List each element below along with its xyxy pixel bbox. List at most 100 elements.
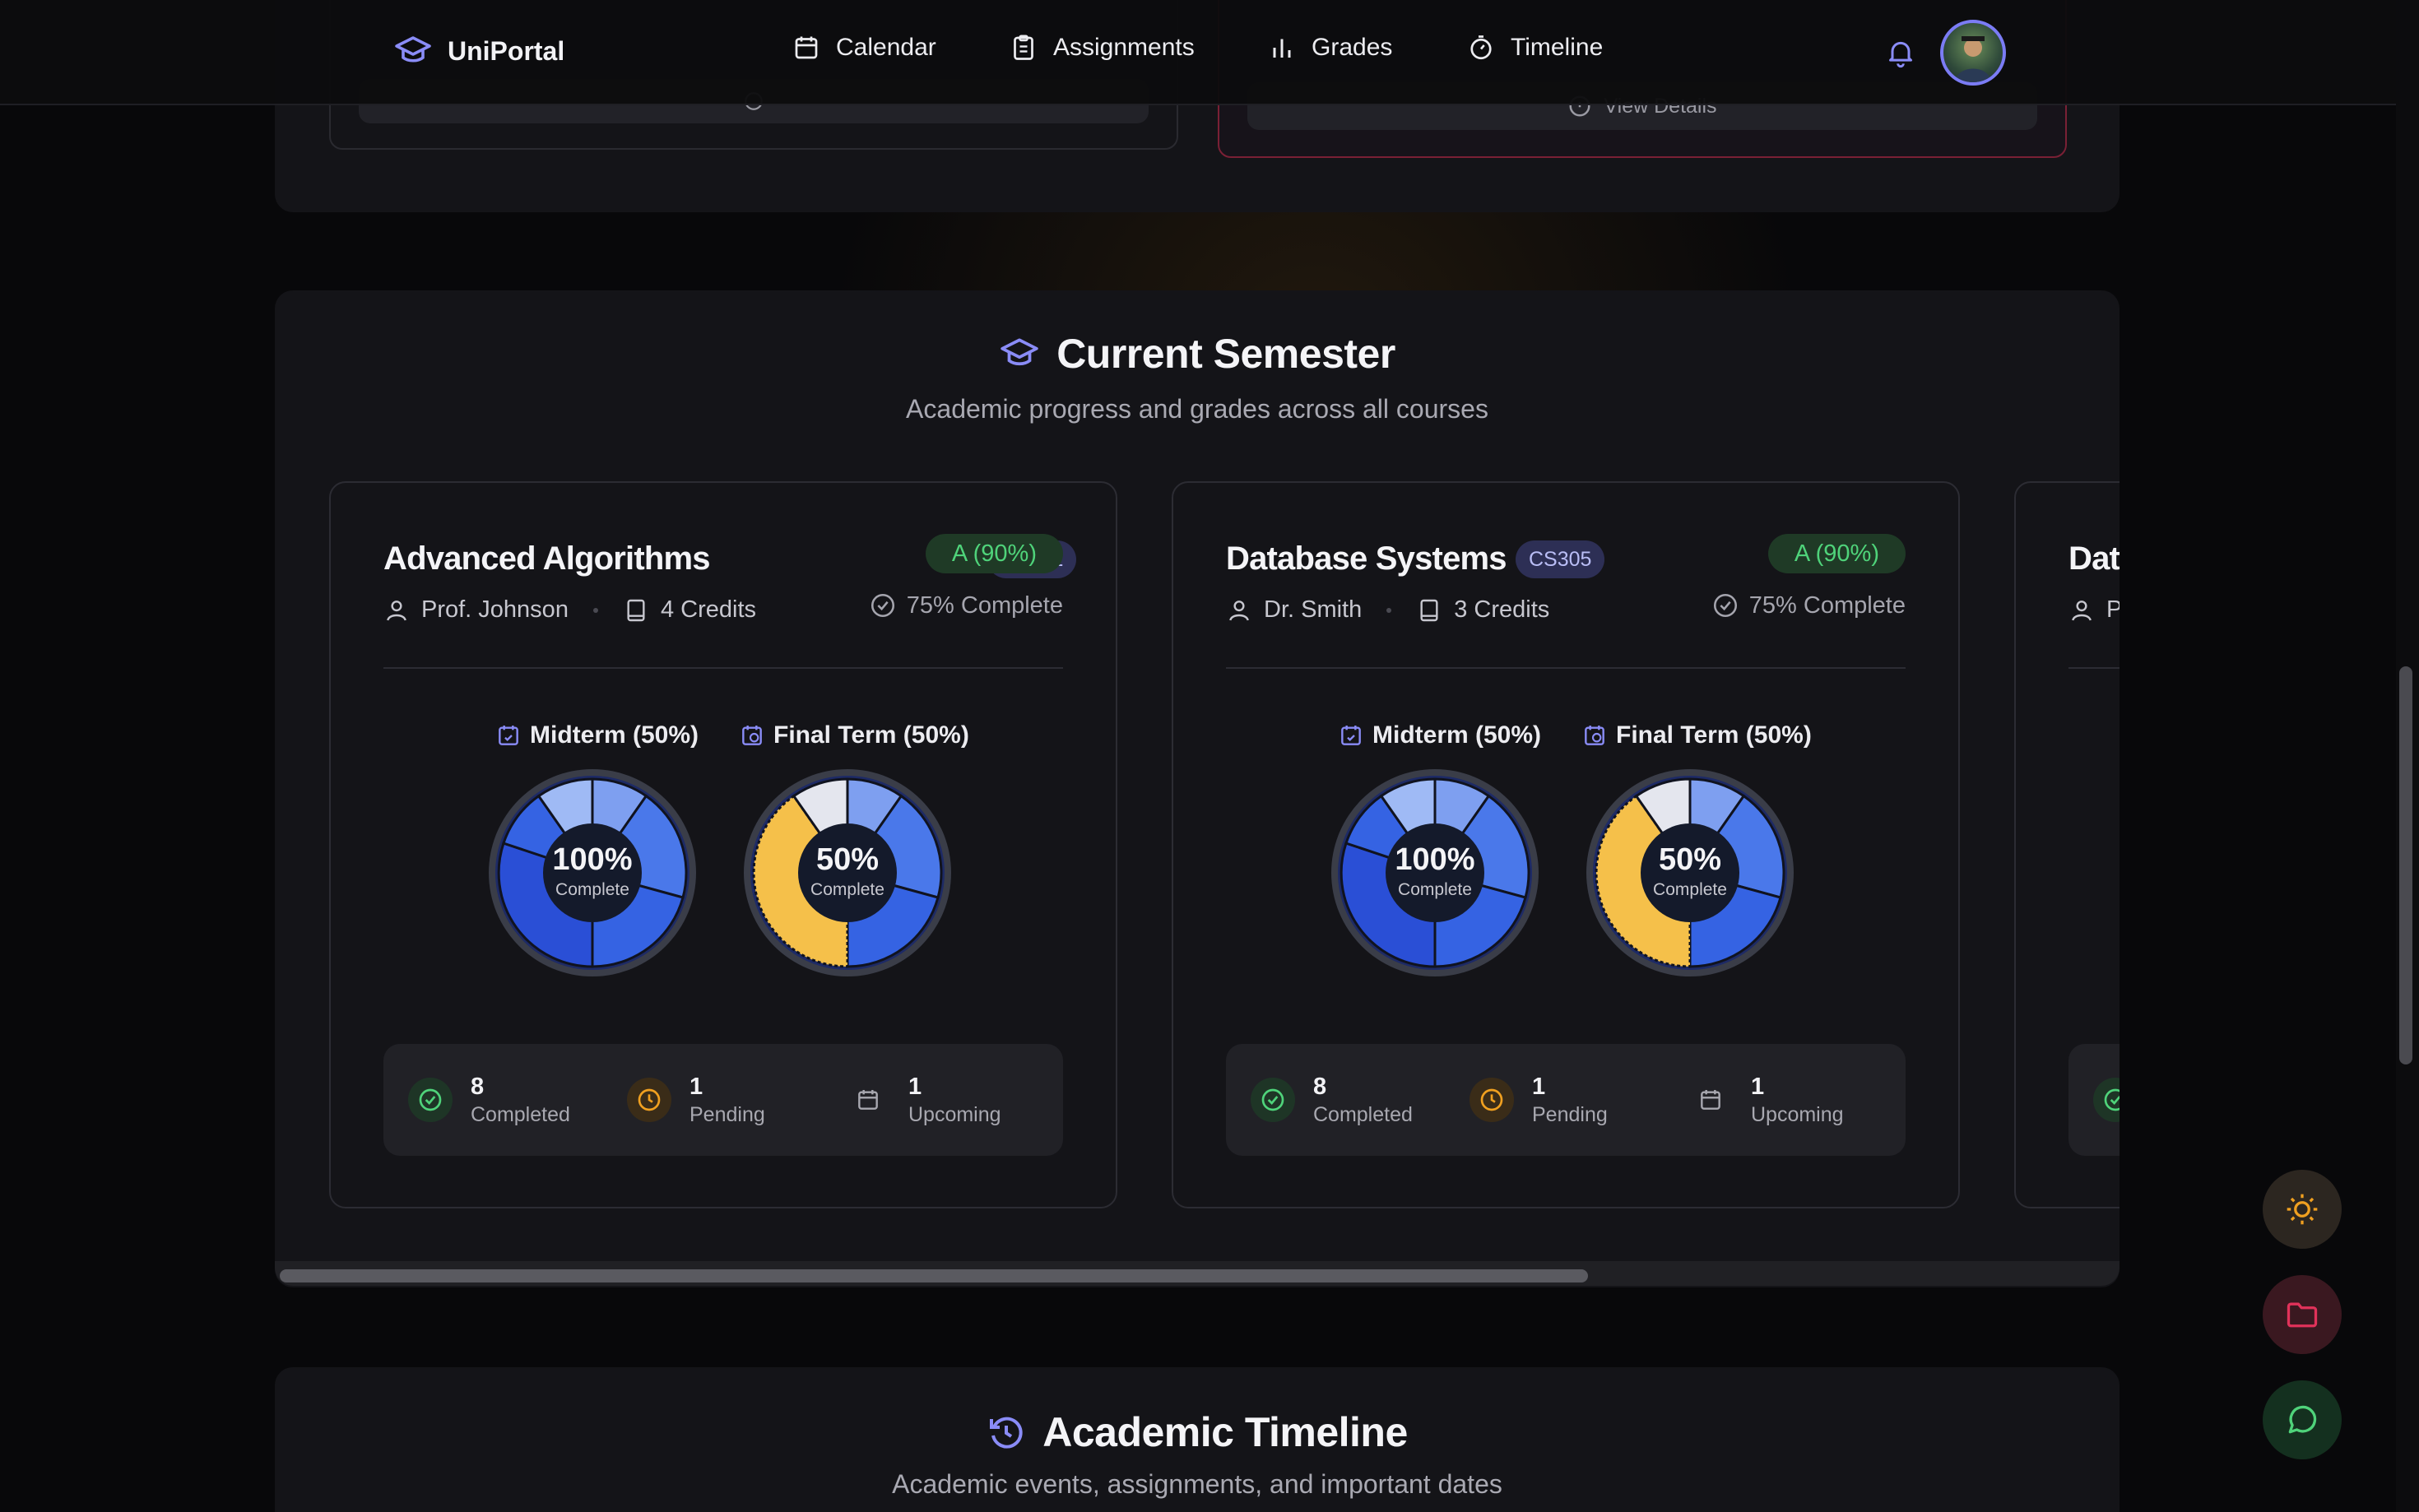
course-meta: Prof. Johnson 4 Credits <box>383 596 756 624</box>
book-icon <box>627 599 645 621</box>
midterm-sub: Complete <box>555 880 629 899</box>
credits: 3 Credits <box>1454 596 1550 623</box>
course-card[interactable]: Database Systems CS305 A (90%) Dr. Smith… <box>1172 481 1960 1208</box>
nav-assignments-label: Assignments <box>1053 34 1195 61</box>
history-icon <box>990 1417 1023 1449</box>
clock-icon <box>1470 1078 1514 1122</box>
stat-upcoming: 1 Upcoming <box>1688 1044 1844 1156</box>
calendar-check-icon <box>1341 726 1361 745</box>
calendar-icon <box>846 1078 890 1122</box>
midterm-label-text: Midterm (50%) <box>530 721 699 749</box>
user-icon <box>2072 600 2092 620</box>
brand-name: UniPortal <box>448 35 565 66</box>
top-navbar: UniPortal Calendar Assignments Grades Ti… <box>0 0 2399 105</box>
instructor-name: Prof. Johnson <box>421 596 569 623</box>
course-title: Database Systems <box>1226 540 1507 577</box>
check-circle-icon <box>1713 593 1737 618</box>
stat-completed: 8 Completed <box>408 1044 570 1156</box>
pending-count: 1 <box>689 1074 703 1100</box>
divider <box>1226 667 1906 669</box>
calendar-clock-icon <box>1585 726 1604 745</box>
midterm-label-text: Midterm (50%) <box>1372 721 1542 749</box>
nav-calendar[interactable]: Calendar <box>792 33 936 63</box>
chat-button[interactable] <box>2263 1380 2342 1459</box>
chat-bubble-icon <box>2288 1405 2317 1434</box>
completed-count: 8 <box>471 1074 485 1100</box>
clipboard-icon <box>1014 35 1033 60</box>
graduation-cap-icon <box>395 36 431 63</box>
final-term-label: Final Term (50%) <box>739 721 969 749</box>
brand-logo[interactable]: UniPortal <box>393 31 564 71</box>
nav-grades-label: Grades <box>1312 34 1393 61</box>
nav-grades[interactable]: Grades <box>1267 33 1392 63</box>
grade-badge: A (90%) <box>925 534 1063 573</box>
semester-title: Current Semester <box>1056 331 1395 377</box>
course-progress: 75% Complete <box>1711 591 1906 619</box>
final-term-label-text: Final Term (50%) <box>1616 721 1812 749</box>
pending-label: Pending <box>689 1103 765 1126</box>
final-term-donut-chart: 50% Complete <box>1586 769 1794 976</box>
user-icon <box>1229 600 1249 620</box>
progress-text: 75% Complete <box>1748 591 1906 619</box>
midterm-percent: 100% <box>552 842 632 877</box>
course-card[interactable]: Dat P <box>2014 481 2120 1208</box>
vertical-scroll-thumb[interactable] <box>2399 666 2412 1064</box>
course-meta: P <box>2068 596 2120 624</box>
course-code-badge: CS305 <box>1516 540 1605 578</box>
current-semester-section: Current Semester Academic progress and g… <box>275 290 2120 1287</box>
calendar-icon <box>1688 1078 1733 1122</box>
check-circle-icon <box>2093 1078 2120 1122</box>
avatar-image <box>1955 36 1991 82</box>
midterm-donut-chart: 100% Complete <box>489 769 696 976</box>
timeline-subtitle: Academic events, assignments, and import… <box>892 1469 1502 1499</box>
bell-icon[interactable] <box>1884 36 1917 69</box>
assignment-stats: 8 Completed 1 Pending 1 Upcoming <box>383 1044 1063 1156</box>
final-percent: 50% <box>1659 842 1721 877</box>
semester-subtitle: Academic progress and grades across all … <box>906 394 1488 424</box>
assignment-stats <box>2068 1044 2120 1156</box>
final-term-label: Final Term (50%) <box>1581 721 1812 749</box>
user-avatar[interactable] <box>1940 20 2006 86</box>
clock-icon <box>627 1078 671 1122</box>
pending-count: 1 <box>1532 1074 1546 1100</box>
semester-heading: Current Semester <box>275 330 2120 378</box>
horizontal-scroll-thumb[interactable] <box>280 1269 1588 1282</box>
midterm-label: Midterm (50%) <box>495 721 699 749</box>
user-icon <box>387 600 406 620</box>
files-button[interactable] <box>2263 1275 2342 1354</box>
sun-icon <box>2287 1194 2318 1225</box>
upcoming-label: Upcoming <box>1751 1103 1844 1126</box>
nav-assignments[interactable]: Assignments <box>1009 33 1195 63</box>
separator-dot <box>1386 607 1392 613</box>
course-progress: 75% Complete <box>869 591 1063 619</box>
bar-chart-icon <box>1273 39 1291 58</box>
course-meta: Dr. Smith 3 Credits <box>1226 596 1549 624</box>
separator-dot <box>592 607 598 613</box>
calendar-clock-icon <box>742 726 762 745</box>
check-circle-icon <box>408 1078 453 1122</box>
check-circle-icon <box>1251 1078 1295 1122</box>
divider <box>2068 667 2120 669</box>
stat-completed: 8 Completed <box>1251 1044 1413 1156</box>
calendar-check-icon <box>499 726 518 745</box>
pending-label: Pending <box>1532 1103 1608 1126</box>
instructor-name: Dr. Smith <box>1264 596 1363 623</box>
divider <box>383 667 1063 669</box>
nav-timeline[interactable]: Timeline <box>1466 33 1603 63</box>
timeline-title: Academic Timeline <box>1042 1409 1408 1455</box>
stat-pending: 1 Pending <box>627 1044 765 1156</box>
academic-timeline-section: Academic Timeline Academic events, assig… <box>275 1367 2120 1512</box>
final-term-donut-chart: 50% Complete <box>744 769 951 976</box>
course-title: Advanced Algorithms <box>383 540 711 577</box>
course-title-partial: Dat <box>2068 540 2120 577</box>
folder-icon <box>2287 1302 2318 1328</box>
course-cards-carousel[interactable]: Advanced Algorithms CS301 A (90%) Prof. … <box>329 481 2120 1215</box>
midterm-label: Midterm (50%) <box>1338 721 1541 749</box>
theme-toggle-button[interactable] <box>2263 1170 2342 1249</box>
stopwatch-icon <box>1470 35 1492 60</box>
course-card[interactable]: Advanced Algorithms CS301 A (90%) Prof. … <box>329 481 1117 1208</box>
midterm-donut-chart: 100% Complete <box>1331 769 1539 976</box>
stat-pending: 1 Pending <box>1470 1044 1608 1156</box>
grade-badge: A (90%) <box>1767 534 1906 573</box>
stat-completed <box>2093 1044 2120 1156</box>
